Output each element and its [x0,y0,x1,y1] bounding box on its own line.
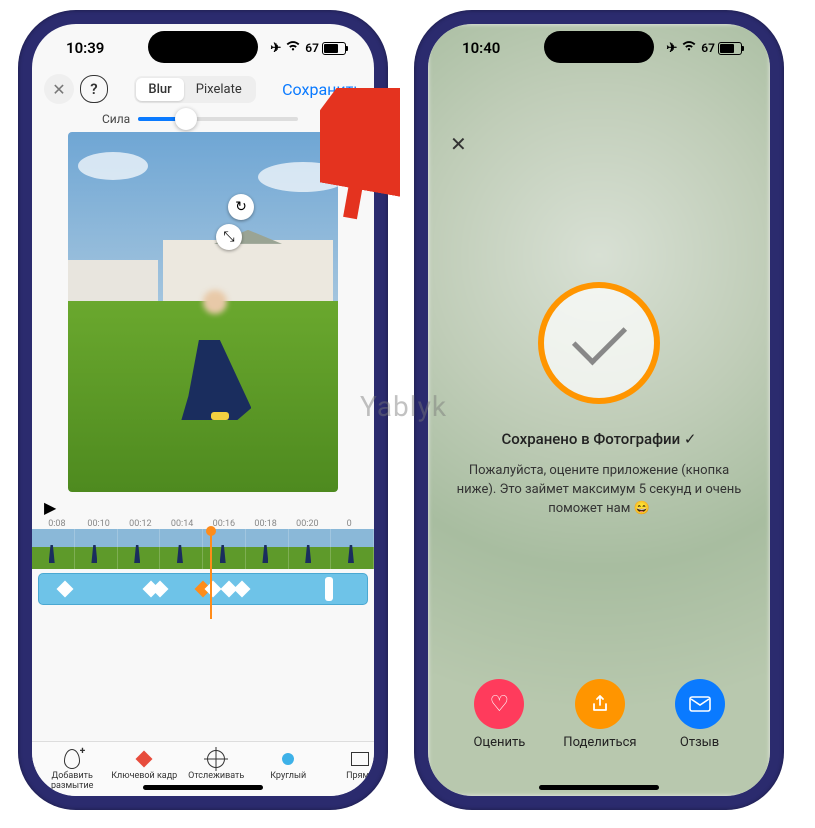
rotate-handle-icon[interactable]: ↻ [228,194,254,220]
resize-handle-icon[interactable]: ⤡ [216,224,242,250]
blur-region[interactable] [203,290,227,314]
save-button[interactable]: Сохранить [282,80,362,99]
battery-icon: 67 [305,41,346,55]
share-button[interactable]: Поделиться [563,679,636,750]
status-time: 10:40 [462,39,500,57]
tool-add-blur[interactable]: Добавить размытие [36,748,108,792]
home-indicator[interactable] [143,785,263,790]
play-button[interactable]: ▶ [44,498,56,517]
battery-icon: 67 [701,41,742,55]
timeline-thumbnails[interactable] [32,529,374,569]
blur-mode-segment[interactable]: Blur Pixelate [134,76,255,103]
close-button[interactable]: ✕ [450,132,467,156]
keyframe-track[interactable] [38,573,368,605]
success-check-icon [538,282,660,404]
timeline-ruler: 0:08 00:10 00:12 00:14 00:16 00:18 00:20… [32,519,374,529]
video-preview[interactable]: ↻ ⤡ [68,132,338,492]
tool-round[interactable]: Круглый [252,748,324,792]
share-icon [575,679,625,729]
rate-button[interactable]: ♡ Оценить [473,679,525,750]
status-time: 10:39 [66,39,104,57]
airplane-icon: ✈ [270,41,281,56]
phone-right: 10:40 ✈ 67 ✕ Сохранено в Фот [414,10,784,810]
notch [148,31,258,63]
feedback-button[interactable]: Отзыв [675,679,725,750]
mail-icon [675,679,725,729]
phone-left: 10:39 ✈ 67 ✕ ? Blu [18,10,388,810]
segment-pixelate[interactable]: Pixelate [184,78,254,101]
tool-rect[interactable]: Прямо [324,748,374,792]
track-end-handle[interactable] [325,577,333,601]
saved-description: Пожалуйста, оцените приложение (кнопка н… [450,462,748,519]
strength-slider[interactable] [138,117,298,121]
notch [544,31,654,63]
saved-title: Сохранено в Фотографии ✓ [502,430,697,448]
airplane-icon: ✈ [666,41,677,56]
slider-thumb[interactable] [175,108,197,130]
wifi-icon [681,40,697,56]
help-button[interactable]: ? [80,75,108,103]
close-button[interactable]: ✕ [44,74,74,104]
wifi-icon [285,40,301,56]
home-indicator[interactable] [539,785,659,790]
heart-icon: ♡ [474,679,524,729]
segment-blur[interactable]: Blur [136,78,183,101]
playhead[interactable] [210,529,212,619]
strength-label: Сила [102,112,130,126]
